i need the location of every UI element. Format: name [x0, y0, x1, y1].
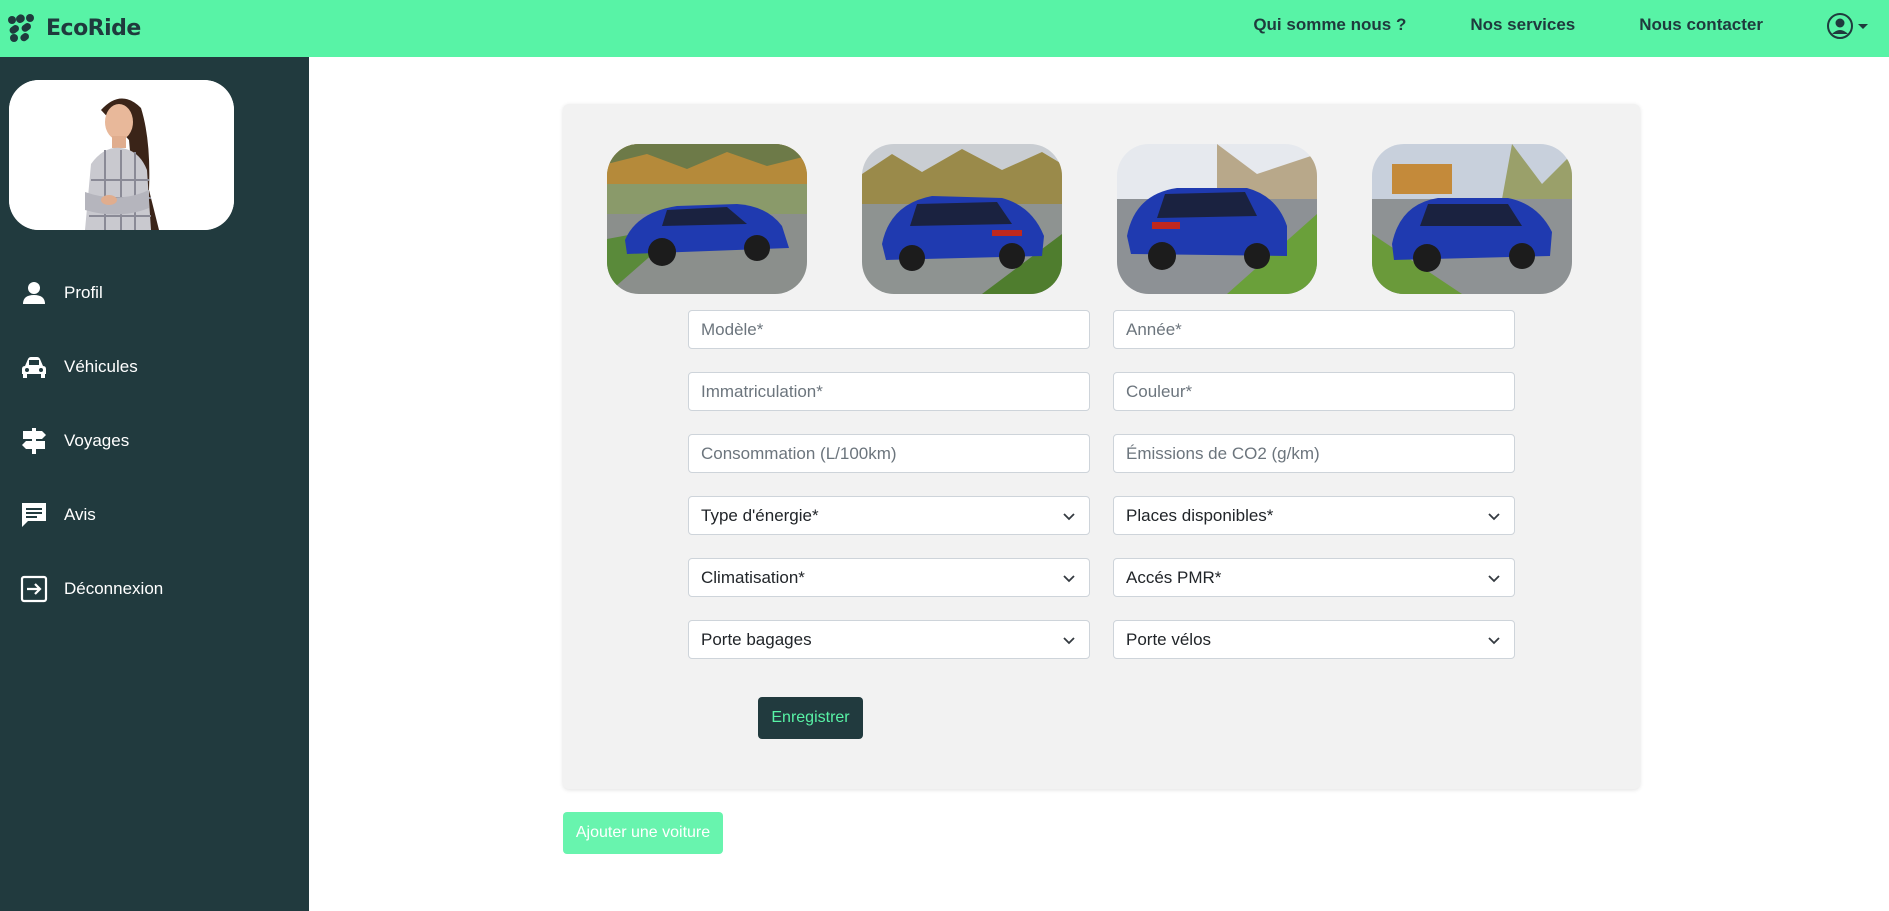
select-value: Porte vélos: [1126, 629, 1212, 649]
nav-link-services[interactable]: Nos services: [1470, 15, 1575, 35]
user-circle-icon: [1827, 13, 1853, 39]
pmr-access-select[interactable]: Accés PMR*: [1113, 558, 1515, 597]
nav-links: Qui somme nous ? Nos services Nous conta…: [1253, 0, 1763, 50]
message-icon: [20, 501, 48, 529]
car-photo[interactable]: [862, 144, 1062, 294]
sidebar-item-vehicules[interactable]: Véhicules: [20, 353, 138, 381]
year-input[interactable]: [1113, 310, 1515, 349]
consumption-input[interactable]: [688, 434, 1090, 473]
add-car-button[interactable]: Ajouter une voiture: [563, 812, 723, 854]
sidebar-item-label: Profil: [64, 283, 103, 302]
sidebar-item-label: Voyages: [64, 431, 130, 450]
nav-link-about[interactable]: Qui somme nous ?: [1253, 15, 1406, 35]
car-photo[interactable]: [1372, 144, 1572, 294]
chevron-down-icon: [1063, 637, 1075, 645]
bike-rack-select[interactable]: Porte vélos: [1113, 620, 1515, 659]
vehicle-form-card: Type d'énergie* Places disponibles* Clim…: [563, 104, 1640, 789]
user-icon: [20, 279, 48, 307]
sidebar: Profil Véhicules Voyages Avis Déconnexio…: [0, 57, 309, 911]
plate-input[interactable]: [688, 372, 1090, 411]
nav-link-contact[interactable]: Nous contacter: [1639, 15, 1763, 35]
sidebar-item-label: Avis: [64, 505, 96, 524]
sidebar-item-label: Véhicules: [64, 357, 138, 376]
chevron-down-icon: [1858, 23, 1868, 29]
luggage-rack-select[interactable]: Porte bagages: [688, 620, 1090, 659]
sidebar-item-profil[interactable]: Profil: [20, 279, 103, 307]
model-input[interactable]: [688, 310, 1090, 349]
brand-logo-icon: [8, 14, 34, 42]
air-conditioning-select[interactable]: Climatisation*: [688, 558, 1090, 597]
chevron-down-icon: [1488, 513, 1500, 521]
logout-icon: [20, 575, 48, 603]
co2-input[interactable]: [1113, 434, 1515, 473]
save-button[interactable]: Enregistrer: [758, 697, 863, 739]
chevron-down-icon: [1063, 575, 1075, 583]
color-input[interactable]: [1113, 372, 1515, 411]
brand-name: EcoRide: [46, 15, 141, 41]
seats-select[interactable]: Places disponibles*: [1113, 496, 1515, 535]
select-value: Porte bagages: [701, 629, 812, 649]
car-photo[interactable]: [1117, 144, 1317, 294]
top-navbar: EcoRide Qui somme nous ? Nos services No…: [0, 0, 1889, 57]
car-photo[interactable]: [607, 144, 807, 294]
sidebar-item-deconnexion[interactable]: Déconnexion: [20, 575, 163, 603]
sidebar-item-avis[interactable]: Avis: [20, 501, 96, 529]
user-menu-dropdown[interactable]: [1826, 12, 1868, 40]
sidebar-item-voyages[interactable]: Voyages: [20, 427, 129, 455]
chevron-down-icon: [1488, 637, 1500, 645]
select-value: Accés PMR*: [1126, 567, 1222, 587]
chevron-down-icon: [1488, 575, 1500, 583]
select-value: Places disponibles*: [1126, 505, 1274, 525]
avatar-photo: [9, 80, 234, 230]
energy-type-select[interactable]: Type d'énergie*: [688, 496, 1090, 535]
avatar: [9, 80, 234, 230]
car-icon: [20, 353, 48, 381]
chevron-down-icon: [1063, 513, 1075, 521]
signpost-icon: [20, 427, 48, 455]
select-value: Climatisation*: [701, 567, 805, 587]
sidebar-item-label: Déconnexion: [64, 579, 164, 598]
select-value: Type d'énergie*: [701, 505, 819, 525]
brand[interactable]: EcoRide: [6, 12, 141, 44]
